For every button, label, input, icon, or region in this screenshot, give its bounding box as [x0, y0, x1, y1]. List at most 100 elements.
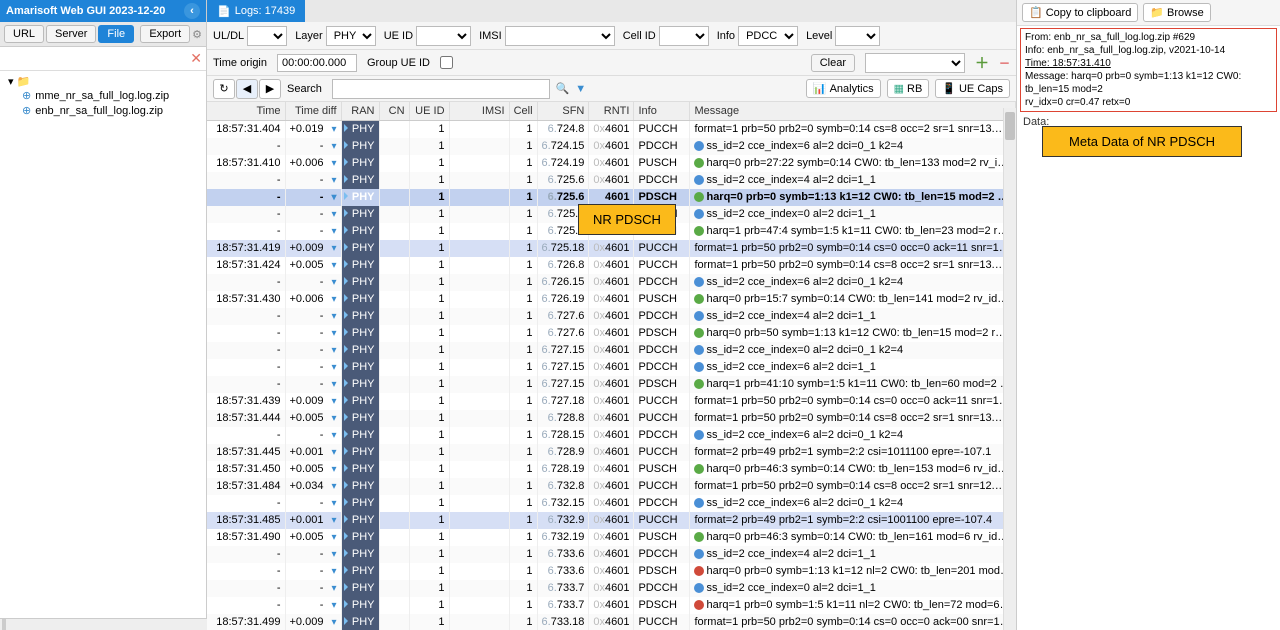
table-row[interactable]: -- ▾PHY116.728.150x4601PDCCHss_id=2 cce_… — [207, 427, 1016, 444]
clear-button[interactable]: Clear — [811, 54, 855, 72]
ran-cell: PHY — [341, 580, 379, 597]
table-row[interactable]: -- ▾PHY116.724.150x4601PDCCHss_id=2 cce_… — [207, 138, 1016, 155]
ran-cell: PHY — [341, 512, 379, 529]
log-table-wrap[interactable]: TimeTime diffRANCNUE IDIMSICellSFNRNTIIn… — [207, 102, 1016, 630]
meta-message: Message: harq=0 prb=0 symb=1:13 k1=12 CW… — [1025, 70, 1272, 96]
find-down-icon[interactable]: ▼ — [575, 83, 586, 95]
table-row[interactable]: -- ▾PHY116.727.150x4601PDSCHharq=1 prb=4… — [207, 376, 1016, 393]
layer-select[interactable]: PHY — [326, 26, 376, 46]
table-row[interactable]: -- ▾PHY116.726.150x4601PDCCHss_id=2 cce_… — [207, 274, 1016, 291]
column-header[interactable]: RAN — [341, 102, 379, 121]
table-row[interactable]: 18:57:31.484+0.034 ▾PHY116.732.80x4601PU… — [207, 478, 1016, 495]
level-select[interactable] — [835, 26, 880, 46]
column-header[interactable]: Info — [634, 102, 690, 121]
ran-cell: PHY — [341, 172, 379, 189]
ueid-select[interactable] — [416, 26, 471, 46]
prev-icon[interactable]: ◀ — [236, 79, 258, 99]
remove-preset-icon[interactable]: － — [999, 55, 1010, 71]
ran-cell: PHY — [341, 206, 379, 223]
table-row[interactable]: -- ▾PHY116.727.150x4601PDCCHss_id=2 cce_… — [207, 359, 1016, 376]
table-row[interactable]: -- ▾PHY116.725.60x4601PDCCHss_id=2 cce_i… — [207, 172, 1016, 189]
table-row[interactable]: -- ▾PHY116.727.150x4601PDCCHss_id=2 cce_… — [207, 342, 1016, 359]
column-header[interactable]: CN — [379, 102, 409, 121]
table-row[interactable]: 18:57:31.445+0.001 ▾PHY116.728.90x4601PU… — [207, 444, 1016, 461]
uecaps-button[interactable]: 📱UE Caps — [935, 79, 1010, 98]
refresh-icon[interactable]: ↻ — [213, 79, 235, 99]
table-row[interactable]: 18:57:31.450+0.005 ▾PHY116.728.190x4601P… — [207, 461, 1016, 478]
ran-cell: PHY — [341, 461, 379, 478]
group-ue-label: Group UE ID — [367, 57, 430, 69]
left-filter-input[interactable] — [4, 51, 190, 66]
table-row[interactable]: 18:57:31.410+0.006 ▾PHY116.724.190x4601P… — [207, 155, 1016, 172]
ran-cell: PHY — [341, 155, 379, 172]
column-header[interactable]: Message — [690, 102, 1016, 121]
tree-item[interactable]: ⊕ mme_nr_sa_full_log.log.zip — [6, 88, 200, 103]
log-table: TimeTime diffRANCNUE IDIMSICellSFNRNTIIn… — [207, 102, 1016, 630]
copy-clipboard-button[interactable]: 📋Copy to clipboard — [1022, 3, 1138, 22]
export-button[interactable]: Export — [140, 25, 190, 43]
search-input[interactable] — [332, 79, 550, 99]
table-row[interactable]: -- ▾PHY116.727.60x4601PDSCHharq=0 prb=50… — [207, 325, 1016, 342]
collapse-left-icon[interactable]: ‹ — [184, 3, 200, 19]
next-icon[interactable]: ▶ — [259, 79, 281, 99]
table-row[interactable]: 18:57:31.419+0.009 ▾PHY116.725.180x4601P… — [207, 240, 1016, 257]
table-row[interactable]: 18:57:31.490+0.005 ▾PHY116.732.190x4601P… — [207, 529, 1016, 546]
table-row[interactable]: 18:57:31.485+0.001 ▾PHY116.732.90x4601PU… — [207, 512, 1016, 529]
left-panel: Amarisoft Web GUI 2023-12-20 ‹ URL Serve… — [0, 0, 207, 630]
ran-cell: PHY — [341, 563, 379, 580]
time-origin-input[interactable] — [277, 54, 357, 72]
gear-icon[interactable]: ⚙ — [192, 28, 202, 41]
table-row[interactable]: -- ▾PHY116.732.150x4601PDCCHss_id=2 cce_… — [207, 495, 1016, 512]
table-row[interactable]: -- ▾PHY116.725.64601PDSCHharq=0 prb=0 sy… — [207, 189, 1016, 206]
table-row[interactable]: -- ▾PHY116.733.60x4601PDSCHharq=0 prb=0 … — [207, 563, 1016, 580]
column-header[interactable]: Time diff — [285, 102, 341, 121]
info-select[interactable]: PDCCH, PI — [738, 26, 798, 46]
uldl-select[interactable] — [247, 26, 287, 46]
column-header[interactable]: Time — [207, 102, 285, 121]
add-preset-icon[interactable]: ＋ — [975, 53, 989, 73]
column-header[interactable]: IMSI — [449, 102, 509, 121]
column-header[interactable]: UE ID — [409, 102, 449, 121]
ran-cell: PHY — [341, 274, 379, 291]
ran-cell: PHY — [341, 223, 379, 240]
group-ue-checkbox[interactable] — [440, 56, 453, 69]
preset-select[interactable] — [865, 53, 965, 73]
table-row[interactable]: 18:57:31.499+0.009 ▾PHY116.733.180x4601P… — [207, 614, 1016, 630]
rb-button[interactable]: ▦RB — [887, 79, 930, 98]
tab-logs[interactable]: 📄 Logs: 17439 — [207, 0, 305, 22]
browse-button[interactable]: 📁Browse — [1143, 3, 1210, 22]
file-button[interactable]: File — [98, 25, 134, 43]
table-row[interactable]: -- ▾PHY116.727.60x4601PDCCHss_id=2 cce_i… — [207, 308, 1016, 325]
analytics-button[interactable]: 📊Analytics — [806, 79, 881, 98]
table-row[interactable]: -- ▾PHY116.733.70x4601PDSCHharq=1 prb=0 … — [207, 597, 1016, 614]
uldl-label: UL/DL — [213, 30, 244, 42]
table-row[interactable]: 18:57:31.404+0.019 ▾PHY116.724.80x4601PU… — [207, 121, 1016, 138]
table-row[interactable]: 18:57:31.424+0.005 ▾PHY116.726.80x4601PU… — [207, 257, 1016, 274]
ran-cell: PHY — [341, 240, 379, 257]
column-header[interactable]: RNTI — [589, 102, 634, 121]
table-row[interactable]: 18:57:31.439+0.009 ▾PHY116.727.180x4601P… — [207, 393, 1016, 410]
column-header[interactable]: Cell — [509, 102, 537, 121]
vertical-scrollbar[interactable] — [1003, 108, 1016, 630]
ran-cell: PHY — [341, 614, 379, 630]
imsi-select[interactable] — [505, 26, 615, 46]
meta-message2: rv_idx=0 cr=0.47 retx=0 — [1025, 96, 1272, 109]
tree-item[interactable]: ⊕ enb_nr_sa_full_log.log.zip — [6, 103, 200, 118]
clear-filter-icon[interactable]: ✕ — [190, 50, 202, 67]
ran-cell: PHY — [341, 189, 379, 206]
table-row[interactable]: -- ▾PHY116.733.70x4601PDCCHss_id=2 cce_i… — [207, 580, 1016, 597]
table-row[interactable]: -- ▾PHY116.733.60x4601PDCCHss_id=2 cce_i… — [207, 546, 1016, 563]
table-row[interactable]: 18:57:31.444+0.005 ▾PHY116.728.80x4601PU… — [207, 410, 1016, 427]
table-row[interactable]: 18:57:31.430+0.006 ▾PHY116.726.190x4601P… — [207, 291, 1016, 308]
time-origin-label: Time origin — [213, 57, 267, 69]
cellid-select[interactable] — [659, 26, 709, 46]
binoculars-icon[interactable]: 🔍 — [556, 82, 570, 95]
ran-cell: PHY — [341, 291, 379, 308]
layer-label: Layer — [295, 30, 323, 42]
url-button[interactable]: URL — [4, 25, 44, 43]
ran-cell: PHY — [341, 444, 379, 461]
column-header[interactable]: SFN — [537, 102, 589, 121]
horizontal-scrollbar[interactable] — [0, 618, 207, 630]
server-button[interactable]: Server — [46, 25, 96, 43]
meta-time: Time: 18:57:31.410 — [1025, 57, 1272, 70]
